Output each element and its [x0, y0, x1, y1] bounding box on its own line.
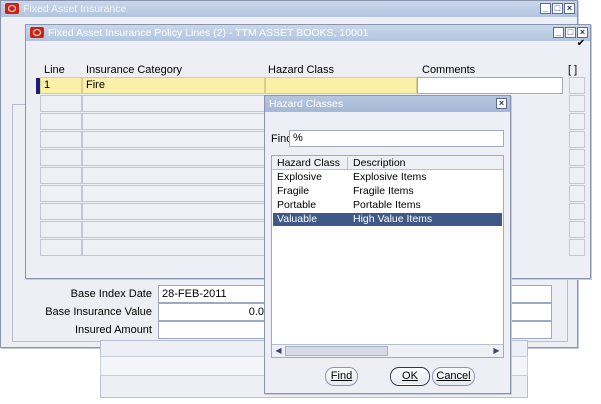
list-item-description: Portable Items — [353, 199, 421, 211]
list-header: Hazard Class Description — [272, 156, 503, 170]
empty-row-bracket-cell[interactable] — [569, 221, 585, 238]
list-item[interactable]: Portable Portable Items — [273, 199, 502, 212]
empty-row-line-cell[interactable] — [40, 95, 82, 112]
find-button-label: Find — [330, 370, 353, 382]
list-header-divider — [347, 157, 348, 169]
empty-row-bracket-cell[interactable] — [569, 203, 585, 220]
find-input[interactable]: % — [289, 130, 504, 147]
empty-row-category-cell[interactable] — [82, 113, 265, 130]
list-item-hazard-class: Explosive — [277, 171, 322, 183]
list-header-description: Description — [353, 157, 406, 169]
right-field-3[interactable] — [508, 321, 552, 339]
maximize-icon[interactable]: □ — [565, 27, 576, 38]
empty-row-category-cell[interactable] — [82, 221, 265, 238]
row-1-comments-cell[interactable] — [417, 77, 563, 94]
column-header-insurance-category: Insurance Category — [86, 64, 182, 76]
empty-row-bracket-cell[interactable] — [569, 167, 585, 184]
empty-row-bracket-cell[interactable] — [569, 95, 585, 112]
row-1-hazard-cell[interactable] — [265, 77, 417, 94]
list-item[interactable]: Fragile Fragile Items — [273, 185, 502, 198]
row-1-category-value: Fire — [86, 79, 105, 91]
empty-row-line-cell[interactable] — [40, 113, 82, 130]
empty-row-line-cell[interactable] — [40, 239, 82, 256]
oracle-logo-icon — [5, 3, 19, 14]
column-header-line: Line — [44, 64, 65, 76]
hazard-classes-title: Hazard Classes — [269, 98, 344, 110]
insured-amount-field[interactable] — [158, 321, 268, 339]
right-field-2[interactable] — [508, 303, 552, 321]
row-1-bracket-cell[interactable] — [569, 77, 585, 94]
base-insurance-value-field[interactable]: 0.0 — [158, 303, 268, 321]
empty-row-line-cell[interactable] — [40, 167, 82, 184]
list-item-description: Explosive Items — [353, 171, 427, 183]
row-1-line-value: 1 — [44, 79, 51, 91]
base-insurance-value-label: Base Insurance Value — [45, 306, 152, 318]
list-item[interactable]: Explosive Explosive Items — [273, 171, 502, 184]
insured-amount-label: Insured Amount — [74, 324, 152, 336]
row-1-line-cell[interactable]: 1 — [40, 77, 82, 94]
empty-row-bracket-cell[interactable] — [569, 131, 585, 148]
list-item-hazard-class: Portable — [277, 199, 317, 211]
scroll-right-icon[interactable]: ▶ — [491, 346, 502, 356]
oracle-logo-icon — [30, 27, 44, 38]
row-1-category-cell[interactable]: Fire — [82, 77, 265, 94]
empty-row-bracket-cell[interactable] — [569, 239, 585, 256]
list-item[interactable]: Valuable High Value Items — [273, 213, 502, 226]
horizontal-scrollbar[interactable]: ◀ ▶ — [272, 344, 503, 357]
empty-row-line-cell[interactable] — [40, 185, 82, 202]
main-window-title: Fixed Asset Insurance — [23, 3, 127, 15]
base-index-date-label: Base Index Date — [70, 288, 152, 300]
select-all-checkbox[interactable]: ✔ — [576, 39, 586, 49]
ok-button-label: OK — [402, 370, 418, 382]
empty-row-category-cell[interactable] — [82, 95, 265, 112]
hazard-classes-titlebar: Hazard Classes × — [265, 96, 510, 112]
empty-row-line-cell[interactable] — [40, 131, 82, 148]
policy-lines-title: Fixed Asset Insurance Policy Lines (2) -… — [48, 27, 369, 39]
list-item-hazard-class: Fragile — [277, 185, 310, 197]
minimize-icon[interactable]: _ — [553, 27, 564, 38]
empty-row-bracket-cell[interactable] — [569, 149, 585, 166]
column-header-comments: Comments — [422, 64, 476, 76]
empty-row-category-cell[interactable] — [82, 239, 265, 256]
list-item-hazard-class: Valuable — [277, 213, 318, 225]
empty-row-category-cell[interactable] — [82, 167, 265, 184]
close-icon[interactable]: × — [577, 27, 588, 38]
close-icon[interactable]: × — [564, 3, 575, 14]
policy-lines-titlebar: Fixed Asset Insurance Policy Lines (2) -… — [26, 25, 590, 41]
empty-row-category-cell[interactable] — [82, 185, 265, 202]
empty-row-line-cell[interactable] — [40, 149, 82, 166]
empty-row-category-cell[interactable] — [82, 203, 265, 220]
minimize-icon[interactable]: _ — [540, 3, 551, 14]
empty-row-bracket-cell[interactable] — [569, 185, 585, 202]
empty-row-line-cell[interactable] — [40, 203, 82, 220]
empty-row-line-cell[interactable] — [40, 221, 82, 238]
cancel-button-label: Cancel — [436, 370, 471, 382]
list-header-hazard-class: Hazard Class — [277, 157, 341, 169]
right-field-1[interactable] — [508, 285, 552, 303]
main-window-titlebar: Fixed Asset Insurance _ □ × — [1, 1, 577, 17]
find-button[interactable]: Find — [325, 367, 358, 386]
empty-row-category-cell[interactable] — [82, 149, 265, 166]
list-item-description: High Value Items — [353, 213, 433, 225]
column-header-hazard-class: Hazard Class — [268, 64, 335, 76]
list-item-description: Fragile Items — [353, 185, 414, 197]
scrollbar-thumb[interactable] — [285, 346, 388, 356]
close-icon[interactable]: × — [496, 98, 507, 109]
empty-row-category-cell[interactable] — [82, 131, 265, 148]
column-header-bracket: [ ] — [568, 64, 578, 76]
empty-row-bracket-cell[interactable] — [569, 113, 585, 130]
hazard-classes-list: Hazard Class Description Explosive Explos… — [271, 155, 504, 358]
scroll-left-icon[interactable]: ◀ — [273, 346, 284, 356]
cancel-button[interactable]: Cancel — [432, 367, 475, 386]
base-index-date-field[interactable]: 28-FEB-2011 — [158, 285, 268, 303]
maximize-icon[interactable]: □ — [552, 3, 563, 14]
ok-button[interactable]: OK — [390, 367, 430, 386]
